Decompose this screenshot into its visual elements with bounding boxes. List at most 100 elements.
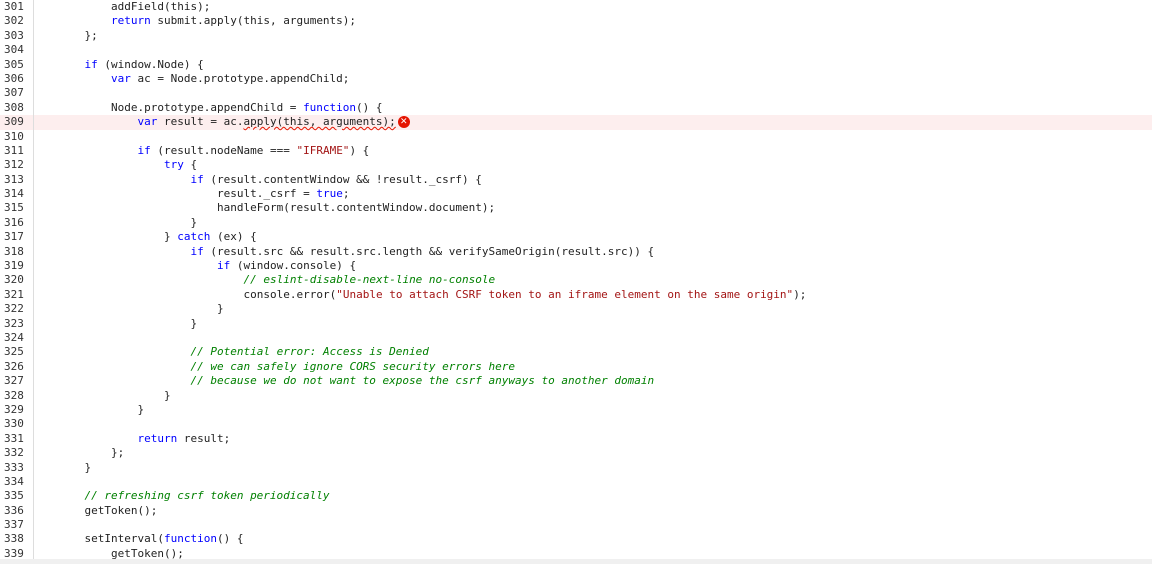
code-line[interactable]: } (34, 461, 1152, 475)
code-token: } (217, 302, 224, 316)
code-string: "Unable to attach CSRF token to an ifram… (336, 287, 794, 301)
code-line[interactable]: console.error("Unable to attach CSRF tok… (34, 288, 1152, 302)
code-token: (window.Node) { (97, 57, 204, 71)
line-number: 331 (4, 431, 24, 445)
line-number: 323 (4, 316, 24, 330)
code-token: setInterval( (84, 532, 164, 546)
line-number: 337 (4, 518, 24, 532)
code-line[interactable]: // because we do not want to expose the … (34, 374, 1152, 388)
horizontal-scrollbar[interactable] (0, 559, 1152, 564)
code-token: (result.contentWindow && !result._csrf) … (203, 172, 482, 186)
code-line[interactable] (34, 86, 1152, 100)
line-number: 310 (4, 129, 24, 143)
code-line[interactable]: }; (34, 446, 1152, 460)
line-number: 335 (4, 489, 24, 503)
code-line[interactable] (34, 43, 1152, 57)
code-line[interactable]: result._csrf = true; (34, 187, 1152, 201)
line-number: 321 (4, 287, 24, 301)
code-editor[interactable]: 301 302 303 304 305 306 307 308 309 310 311 312 313 3… (0, 0, 1152, 564)
code-line[interactable]: return submit.apply(this, arguments); (34, 14, 1152, 28)
code-line[interactable]: // Potential error: Access is Denied (34, 345, 1152, 359)
code-token: (ex) { (210, 230, 257, 244)
code-line[interactable]: try { (34, 158, 1152, 172)
code-line[interactable]: if (window.console) { (34, 259, 1152, 273)
code-line[interactable] (34, 518, 1152, 532)
code-token: ) { (349, 143, 370, 157)
code-keyword: try (164, 158, 184, 172)
code-line[interactable] (34, 130, 1152, 144)
code-token: console.error( (243, 287, 337, 301)
code-keyword: function (303, 100, 357, 114)
code-keyword: var (137, 115, 158, 129)
code-token: } (190, 316, 198, 330)
code-area[interactable]: addField(this); return submit.apply(this,… (34, 0, 1152, 564)
code-line[interactable]: getToken(); (34, 504, 1152, 518)
code-comment: // eslint-disable-next-line no-console (243, 273, 496, 287)
line-number: 333 (4, 460, 24, 474)
code-line[interactable]: }; (34, 29, 1152, 43)
line-number: 334 (4, 474, 24, 488)
code-token: }; (111, 446, 125, 460)
code-token: { (183, 158, 198, 172)
line-number: 308 (4, 100, 24, 114)
line-number: 307 (4, 86, 24, 100)
code-token: } (164, 388, 171, 402)
code-token: addField(this); (111, 0, 211, 13)
code-token: () { (216, 532, 244, 546)
error-icon[interactable]: ✕ (397, 116, 410, 129)
code-line[interactable]: // eslint-disable-next-line no-console (34, 273, 1152, 287)
code-keyword: function (163, 532, 217, 546)
code-keyword: true (316, 187, 343, 201)
line-number: 332 (4, 446, 24, 460)
code-token: getToken(); (111, 546, 184, 560)
code-keyword: var (111, 71, 131, 85)
code-token: }; (84, 28, 98, 42)
code-token: } (137, 402, 145, 416)
code-line[interactable] (34, 475, 1152, 489)
code-line[interactable]: if (result.contentWindow && !result._csr… (34, 173, 1152, 187)
code-line[interactable]: } (34, 302, 1152, 316)
code-line[interactable]: // refreshing csrf token periodically (34, 489, 1152, 503)
code-line[interactable]: if (result.src && result.src.length && v… (34, 245, 1152, 259)
code-comment: // we can safely ignore CORS security er… (190, 359, 516, 373)
code-line[interactable]: addField(this); (34, 0, 1152, 14)
code-line[interactable]: return result; (34, 432, 1152, 446)
line-number: 330 (4, 417, 24, 431)
line-number: 329 (4, 402, 24, 416)
code-line[interactable]: if (window.Node) { (34, 58, 1152, 72)
line-number: 336 (4, 503, 24, 517)
code-token: } (190, 215, 198, 229)
code-token: getToken(); (84, 503, 158, 517)
code-line-error[interactable]: var result = ac.apply(this, arguments); ✕ (34, 115, 1152, 130)
code-line[interactable] (34, 417, 1152, 431)
line-number: 306 (4, 71, 24, 85)
code-token: result = ac. (157, 115, 244, 129)
code-line[interactable]: } catch (ex) { (34, 230, 1152, 244)
code-line[interactable]: Node.prototype.appendChild = function() … (34, 101, 1152, 115)
code-keyword: if (137, 143, 151, 157)
code-line[interactable]: var ac = Node.prototype.appendChild; (34, 72, 1152, 86)
line-number: 303 (4, 28, 24, 42)
code-token: Node.prototype.appendChild = (111, 100, 304, 114)
line-number: 325 (4, 345, 24, 359)
line-number: 316 (4, 215, 24, 229)
code-keyword: return (137, 431, 178, 445)
code-line[interactable]: // we can safely ignore CORS security er… (34, 360, 1152, 374)
line-number: 338 (4, 532, 24, 546)
code-line[interactable] (34, 331, 1152, 345)
code-token: ac = Node.prototype.appendChild; (130, 71, 350, 85)
line-number: 326 (4, 359, 24, 373)
line-number: 317 (4, 230, 24, 244)
code-line[interactable]: } (34, 216, 1152, 230)
code-line[interactable]: } (34, 317, 1152, 331)
code-keyword: if (190, 244, 204, 258)
code-line[interactable]: if (result.nodeName === "IFRAME") { (34, 144, 1152, 158)
code-line[interactable]: } (34, 389, 1152, 403)
code-token: } (84, 460, 92, 474)
line-number: 305 (4, 57, 24, 71)
code-line[interactable]: handleForm(result.contentWindow.document… (34, 201, 1152, 215)
code-line[interactable]: setInterval(function() { (34, 532, 1152, 546)
line-number: 301 (4, 0, 24, 13)
code-line[interactable]: } (34, 403, 1152, 417)
code-token: result; (177, 431, 231, 445)
